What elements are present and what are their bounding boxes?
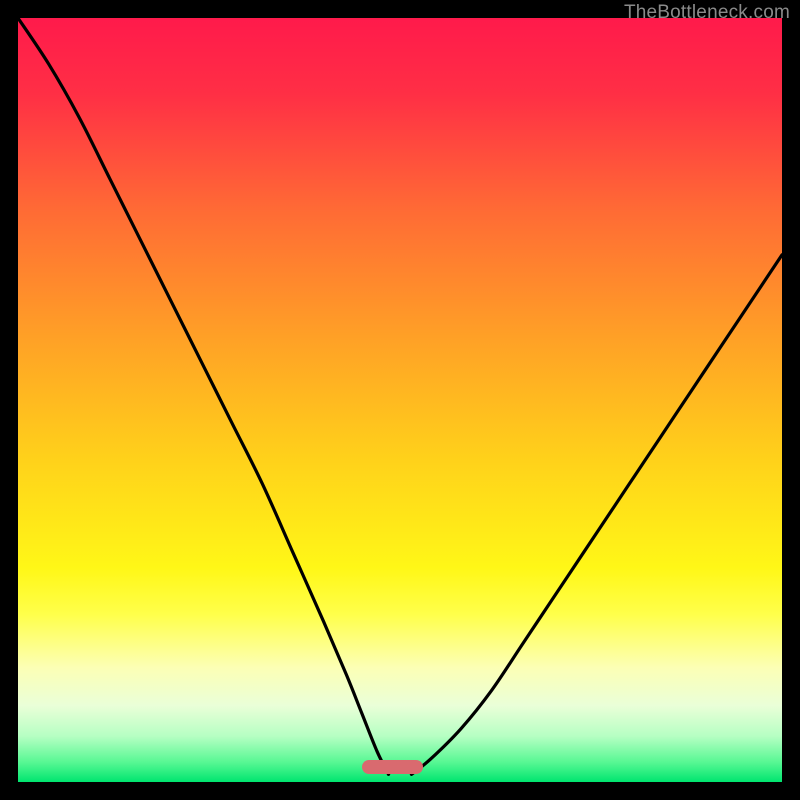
- optimal-range-marker: [362, 760, 423, 774]
- curve-right-branch: [411, 255, 782, 775]
- bottleneck-curve: [18, 18, 782, 782]
- chart-frame: TheBottleneck.com: [0, 0, 800, 800]
- watermark-text: TheBottleneck.com: [624, 2, 790, 24]
- curve-left-branch: [18, 18, 389, 774]
- plot-area: [18, 18, 782, 782]
